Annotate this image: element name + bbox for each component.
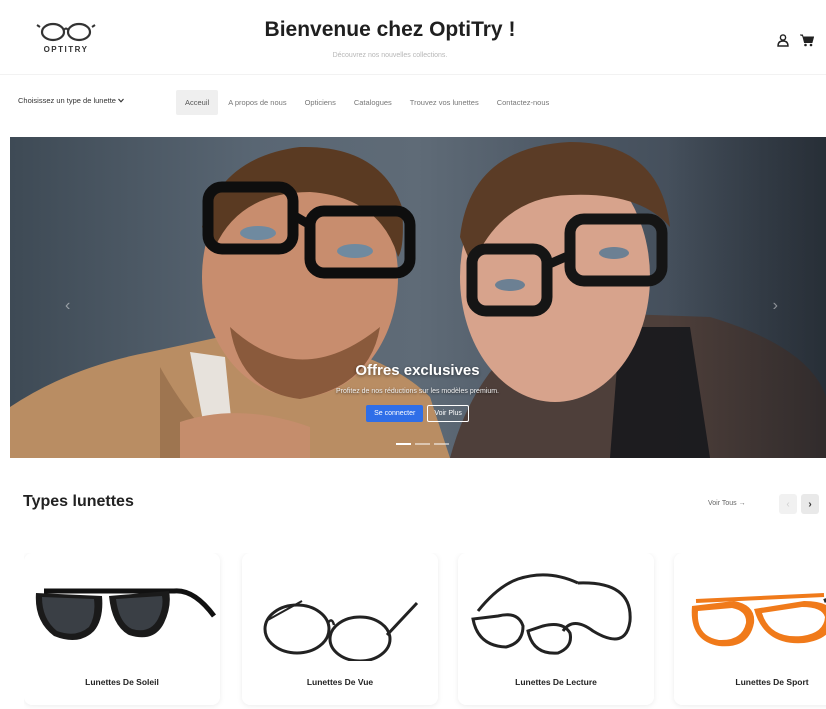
reading-glasses-icon	[471, 573, 632, 655]
chevron-down-icon	[118, 98, 124, 103]
hero-title: Offres exclusives	[355, 362, 480, 379]
carousel-indicator-1[interactable]	[396, 443, 411, 445]
nav-link-opticiens[interactable]: Opticiens	[297, 92, 344, 113]
sport-glasses-icon	[691, 593, 826, 647]
types-next-button[interactable]: ›	[801, 494, 819, 514]
nav-link-catalogues[interactable]: Catalogues	[346, 92, 400, 113]
hero-caption: Offres exclusives Profitez de nos réduct…	[265, 362, 570, 422]
nav-link-trouvez[interactable]: Trouvez vos lunettes	[402, 92, 487, 113]
main-nav: Choisissez un type de lunette Acceuil A …	[0, 74, 826, 126]
eyeglasses-icon	[263, 600, 419, 661]
types-prev-button[interactable]: ‹	[779, 494, 797, 514]
type-card-label: Lunettes De Vue	[306, 677, 374, 687]
nav-link-a-propos[interactable]: A propos de nous	[220, 92, 294, 113]
nav-link-contact[interactable]: Contactez-nous	[489, 92, 558, 113]
type-card-sport[interactable]: Lunettes De Sport	[674, 553, 826, 705]
type-card-sunglasses[interactable]: Lunettes De Soleil	[24, 553, 220, 705]
types-section-title: Types lunettes	[23, 493, 134, 510]
type-card-label: Lunettes De Sport	[735, 677, 809, 687]
carousel-next-icon[interactable]: ›	[773, 297, 778, 315]
cart-icon[interactable]	[800, 33, 814, 47]
type-card-reading[interactable]: Lunettes De Lecture	[458, 553, 654, 705]
user-icon[interactable]	[776, 33, 790, 47]
see-all-link[interactable]: Voir Tous →	[708, 500, 746, 507]
login-button[interactable]: Se connecter	[366, 405, 424, 422]
carousel-indicator-3[interactable]	[434, 443, 449, 445]
site-header: OPTITRY Bienvenue chez OptiTry ! Découvr…	[0, 0, 826, 74]
glasses-type-select[interactable]: Choisissez un type de lunette	[18, 96, 124, 105]
page-title: Bienvenue chez OptiTry !	[264, 18, 516, 41]
carousel-indicator-2[interactable]	[415, 443, 430, 445]
sunglasses-icon	[35, 588, 217, 640]
glasses-types-list: Lunettes De Soleil Lunettes De Vue Lunet…	[24, 553, 826, 709]
nav-link-accueil[interactable]: Acceuil	[176, 90, 219, 115]
type-card-label: Lunettes De Lecture	[515, 677, 597, 687]
see-more-button[interactable]: Voir Plus	[427, 405, 469, 422]
carousel-indicators	[396, 443, 449, 445]
hero-carousel: ‹ › Offres exclusives Profitez de nos ré…	[10, 137, 826, 458]
type-card-eyeglasses[interactable]: Lunettes De Vue	[242, 553, 438, 705]
type-card-label: Lunettes De Soleil	[85, 677, 159, 687]
carousel-prev-icon[interactable]: ‹	[65, 297, 70, 315]
hero-text: Profitez de nos réductions sur les modèl…	[335, 388, 500, 395]
glasses-type-select-label: Choisissez un type de lunette	[18, 96, 116, 105]
page-subtitle: Découvrez nos nouvelles collections.	[332, 52, 448, 59]
